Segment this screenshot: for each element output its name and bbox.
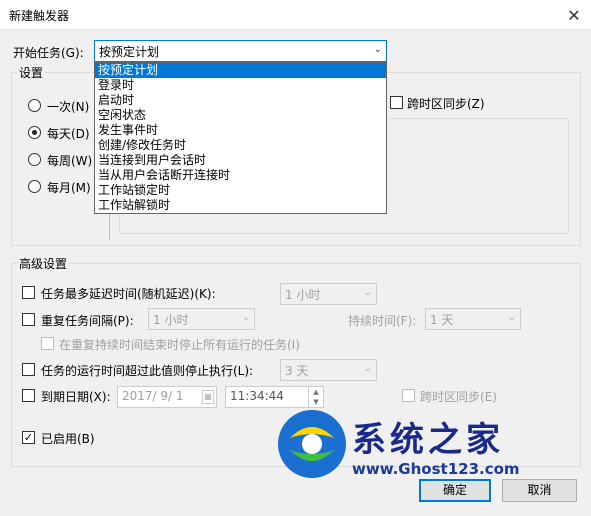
radio-daily[interactable] [28, 126, 41, 139]
chevron-down-icon: ⌄ [507, 312, 516, 323]
expire-sync-label: 跨时区同步(E) [420, 390, 497, 404]
radio-monthly[interactable] [28, 180, 41, 193]
time-spinner[interactable]: ▲ ▼ [308, 387, 323, 407]
expire-time-value: 11:34:44 [230, 389, 284, 403]
dropdown-option[interactable]: 创建/修改任务时 [95, 138, 386, 153]
start-task-combo[interactable]: 按预定计划 ⌄ [94, 40, 387, 62]
repeat-label: 重复任务间隔(P): [41, 314, 134, 328]
stop-all-label: 在重复持续时间结束时停止所有运行的任务(I) [59, 338, 300, 352]
settings-legend: 设置 [17, 64, 46, 81]
chevron-down-icon: ⌄ [363, 287, 372, 298]
duration-value: 1 天 [430, 313, 454, 327]
sync-timezone-checkbox[interactable] [390, 96, 403, 109]
cancel-button[interactable]: 取消 [502, 479, 577, 502]
delay-combo[interactable]: 1 小时 ⌄ [280, 283, 377, 305]
check-icon: ✓ [23, 431, 34, 444]
dropdown-option[interactable]: 按预定计划 [95, 63, 386, 78]
watermark-brand: 系统之家 [352, 420, 504, 460]
enabled-label: 已启用(B) [41, 432, 95, 446]
delay-value: 1 小时 [285, 288, 321, 302]
radio-once-label: 一次(N) [47, 100, 90, 114]
repeat-combo[interactable]: 1 小时 ⌄ [148, 308, 255, 330]
stop-long-value: 3 天 [285, 364, 309, 378]
title-bar [0, 0, 591, 30]
dropdown-option[interactable]: 当从用户会话断开连接时 [95, 168, 386, 183]
calendar-icon[interactable]: ▦ [202, 390, 214, 404]
start-task-dropdown-list: 按预定计划 登录时 启动时 空闲状态 发生事件时 创建/修改任务时 当连接到用户… [94, 62, 387, 214]
sync-timezone-label: 跨时区同步(Z) [407, 97, 485, 111]
dropdown-option[interactable]: 登录时 [95, 78, 386, 93]
radio-weekly-label: 每周(W) [47, 154, 93, 168]
expire-label: 到期日期(X): [41, 390, 111, 404]
dropdown-option[interactable]: 工作站锁定时 [95, 183, 386, 198]
window-title: 新建触发器 [9, 9, 70, 23]
start-task-label: 开始任务(G): [13, 46, 84, 60]
delay-checkbox[interactable] [22, 286, 35, 299]
chevron-down-icon: ⌄ [241, 312, 250, 323]
dropdown-option[interactable]: 工作站解锁时 [95, 198, 386, 213]
chevron-down-icon: ⌄ [373, 44, 382, 55]
radio-monthly-label: 每月(M) [47, 181, 91, 195]
watermark-logo-icon [278, 410, 346, 478]
dropdown-option[interactable]: 当连接到用户会话时 [95, 153, 386, 168]
close-icon: ✕ [567, 5, 581, 25]
enabled-checkbox[interactable]: ✓ [22, 431, 35, 444]
advanced-legend: 高级设置 [17, 255, 70, 272]
expire-checkbox[interactable] [22, 389, 35, 402]
stop-all-checkbox[interactable] [41, 337, 54, 350]
stop-long-checkbox[interactable] [22, 363, 35, 376]
dropdown-option[interactable]: 发生事件时 [95, 123, 386, 138]
stop-long-combo[interactable]: 3 天 ⌄ [280, 359, 377, 381]
stop-long-label: 任务的运行时间超过此值则停止执行(L): [41, 364, 254, 378]
repeat-checkbox[interactable] [22, 313, 35, 326]
dropdown-option[interactable]: 启动时 [95, 93, 386, 108]
radio-weekly[interactable] [28, 153, 41, 166]
expire-date-value: 2017/ 9/ 1 [122, 389, 184, 403]
dropdown-option[interactable]: 空闲状态 [95, 108, 386, 123]
watermark-url: www.Ghost123.com [352, 460, 520, 478]
delay-label: 任务最多延迟时间(随机延迟)(K): [41, 287, 216, 301]
radio-daily-label: 每天(D) [47, 127, 90, 141]
ok-button[interactable]: 确定 [419, 479, 491, 502]
chevron-down-icon: ⌄ [363, 363, 372, 374]
close-button[interactable]: ✕ [560, 2, 588, 28]
expire-sync-checkbox[interactable] [402, 389, 415, 402]
start-task-selected: 按预定计划 [99, 45, 160, 59]
radio-once[interactable] [28, 99, 41, 112]
duration-combo[interactable]: 1 天 ⌄ [425, 308, 521, 330]
duration-label: 持续时间(F): [348, 314, 417, 328]
repeat-value: 1 小时 [153, 313, 189, 327]
